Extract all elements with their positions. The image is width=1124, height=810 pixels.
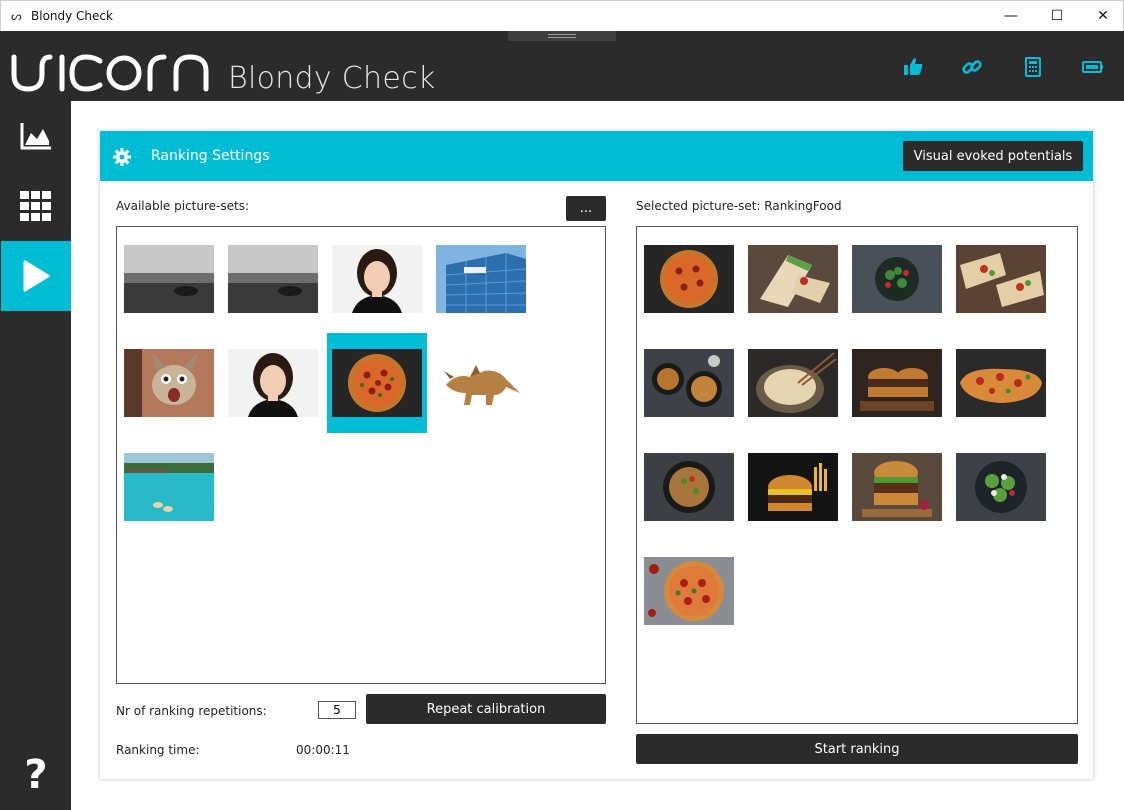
play-icon xyxy=(23,260,50,292)
picture-set-tropical-lagoon[interactable] xyxy=(124,453,214,521)
app-icon: ᔕ xyxy=(11,9,22,23)
chart-icon xyxy=(20,123,51,150)
available-sets-label: Available picture-sets: xyxy=(116,199,250,213)
picture-green-salad xyxy=(956,453,1046,521)
picture-flatbread-pizza xyxy=(956,349,1046,417)
picture-pasta xyxy=(748,349,838,417)
picture-burgers xyxy=(852,349,942,417)
window-title: Blondy Check xyxy=(31,9,113,23)
picture-set-kitten[interactable] xyxy=(124,349,214,417)
battery-icon[interactable] xyxy=(1082,56,1104,78)
repeat-calibration-button[interactable]: Repeat calibration xyxy=(366,694,606,724)
picture-salad-bowl xyxy=(852,245,942,313)
picture-noodle-bowl xyxy=(644,453,734,521)
app-header: Blondy Check xyxy=(0,31,1124,101)
maximize-button[interactable]: ☐ xyxy=(1034,1,1080,31)
picture-burger-fries xyxy=(748,453,838,521)
app-name: Blondy Check xyxy=(228,61,436,96)
sidebar-item-ranking[interactable] xyxy=(1,241,71,311)
picture-wraps xyxy=(956,245,1046,313)
minimize-button[interactable]: — xyxy=(988,1,1034,31)
unicorn-logo xyxy=(11,54,209,92)
browse-button[interactable]: ... xyxy=(566,196,606,221)
ranking-settings-panel: Ranking Settings Visual evoked potential… xyxy=(100,131,1093,779)
grid-icon xyxy=(20,191,51,221)
window-titlebar: ᔕ Blondy Check — ☐ ✕ xyxy=(0,0,1124,31)
picture-burrito xyxy=(748,245,838,313)
panel-header: Ranking Settings Visual evoked potential… xyxy=(100,131,1093,181)
picture-set-dinosaur-toy[interactable] xyxy=(436,349,526,417)
panel-title: Ranking Settings xyxy=(151,148,270,164)
link-icon[interactable] xyxy=(961,56,983,78)
picture-pizza-2 xyxy=(644,557,734,625)
ranking-time-value: 00:00:11 xyxy=(296,743,350,757)
selected-set-pictures[interactable] xyxy=(636,226,1078,724)
drag-handle[interactable] xyxy=(508,31,616,41)
calculator-icon[interactable] xyxy=(1022,56,1044,78)
picture-set-woman-portrait[interactable] xyxy=(332,245,422,313)
picture-set-woman-portrait-2[interactable] xyxy=(228,349,318,417)
picture-pizza xyxy=(644,245,734,313)
visual-evoked-potentials-button[interactable]: Visual evoked potentials xyxy=(903,141,1083,171)
help-button[interactable]: ? xyxy=(1,740,71,810)
picture-set-bw-beach-2[interactable] xyxy=(228,245,318,313)
picture-noodle-bowls xyxy=(644,349,734,417)
thumbs-up-icon[interactable] xyxy=(902,56,924,78)
picture-burger-board xyxy=(852,453,942,521)
repetitions-label: Nr of ranking repetitions: xyxy=(116,704,267,718)
available-sets-list[interactable] xyxy=(116,226,606,684)
close-button[interactable]: ✕ xyxy=(1080,1,1124,31)
start-ranking-button[interactable]: Start ranking xyxy=(636,734,1078,764)
picture-set-office-building[interactable] xyxy=(436,245,526,313)
picture-set-pizza[interactable] xyxy=(332,349,422,417)
sidebar-item-statistics[interactable] xyxy=(1,101,71,171)
sidebar: ? xyxy=(0,101,71,810)
gear-icon xyxy=(113,148,131,166)
selected-set-label: Selected picture-set: RankingFood xyxy=(636,199,842,213)
ranking-time-label: Ranking time: xyxy=(116,743,200,757)
sidebar-item-grid[interactable] xyxy=(1,171,71,241)
repetitions-input[interactable]: 5 xyxy=(318,701,356,719)
picture-set-bw-beach[interactable] xyxy=(124,245,214,313)
